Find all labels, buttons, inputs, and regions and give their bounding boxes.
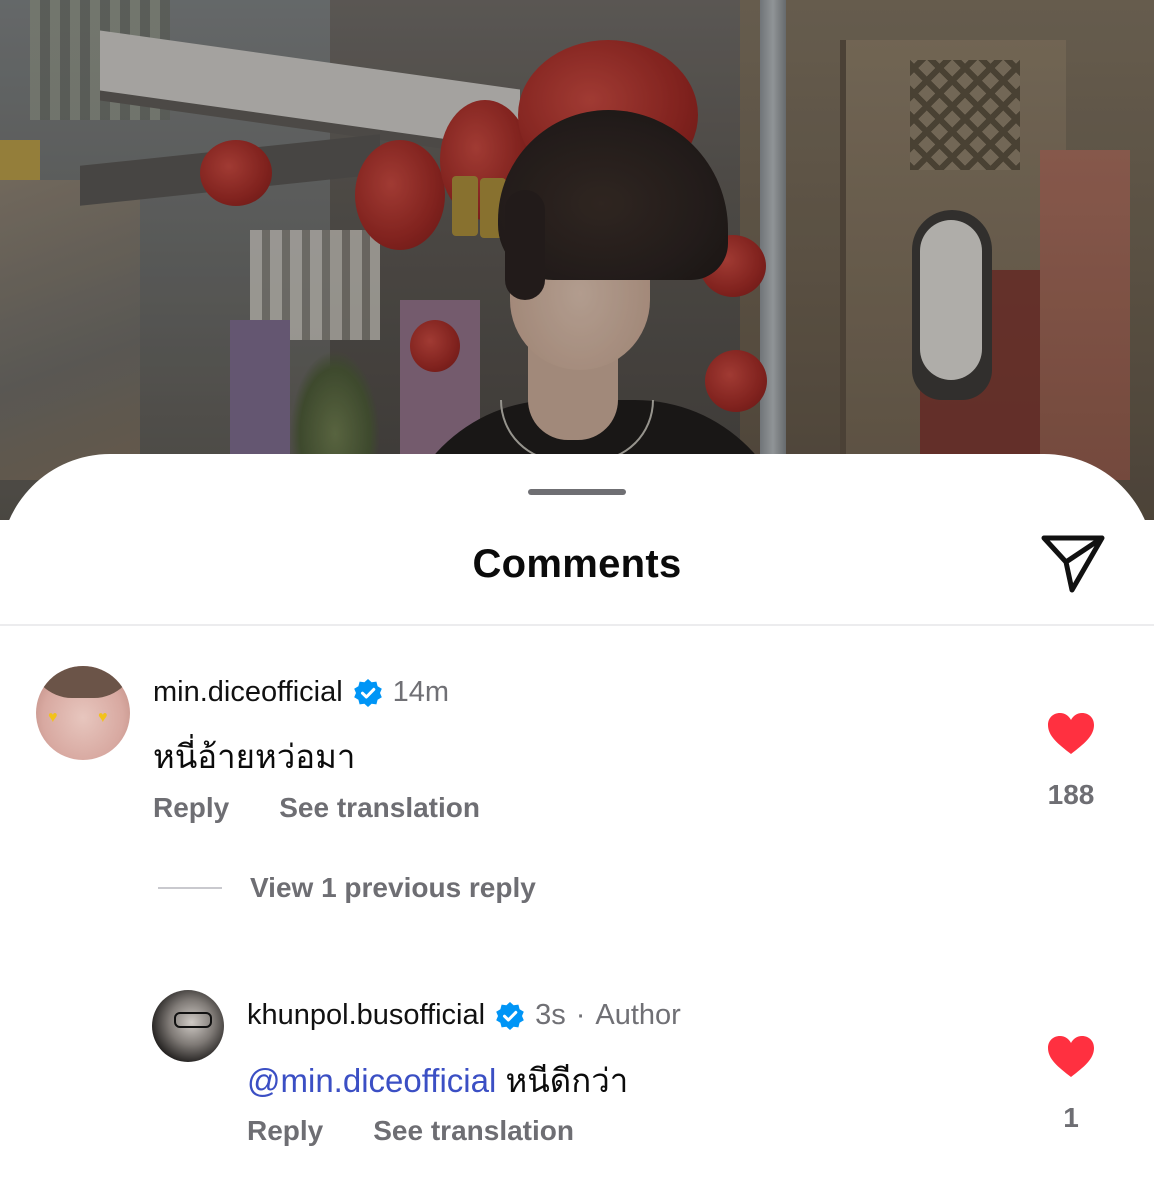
heart-icon[interactable]	[1046, 713, 1096, 760]
author-badge: Author	[595, 999, 681, 1031]
reply-text-body: หนีดีกว่า	[505, 1062, 629, 1099]
verified-badge-icon	[353, 678, 383, 708]
avatar[interactable]	[152, 990, 224, 1062]
heart-icon[interactable]	[1046, 1036, 1096, 1083]
reply-timestamp: 3s	[535, 999, 566, 1031]
reply-actions: Reply See translation	[247, 1115, 574, 1147]
comment-like: 188	[1041, 712, 1101, 811]
comment-username[interactable]: min.diceofficial	[153, 676, 343, 709]
avatar[interactable]: ♥ ♥	[36, 666, 130, 760]
reply-text: @min.diceofficial หนีดีกว่า	[247, 1054, 628, 1107]
view-replies-button[interactable]: View 1 previous reply	[158, 872, 536, 904]
like-count: 1	[1063, 1102, 1079, 1133]
mention-link[interactable]: @min.diceofficial	[247, 1062, 496, 1099]
reply-button[interactable]: Reply	[247, 1115, 323, 1147]
post-photo	[0, 0, 1154, 520]
replies-divider-line	[158, 887, 222, 889]
see-translation-button[interactable]: See translation	[373, 1115, 574, 1147]
comment-timestamp: 14m	[392, 676, 450, 708]
reply-username[interactable]: khunpol.busofficial	[247, 999, 485, 1032]
drag-handle[interactable]	[528, 489, 626, 495]
reply-button[interactable]: Reply	[153, 792, 229, 824]
sheet-title: Comments	[472, 542, 682, 586]
like-count: 188	[1047, 779, 1095, 810]
view-replies-label: View 1 previous reply	[250, 872, 536, 903]
heart-eye-icon: ♥	[98, 709, 108, 726]
heart-eye-icon: ♥	[48, 709, 58, 726]
verified-badge-icon	[495, 1001, 525, 1031]
photo-dim-overlay	[0, 0, 1154, 520]
reply-username-row: khunpol.busofficial 3s · Author	[247, 999, 681, 1032]
reply-like: 1	[1041, 1035, 1101, 1134]
separator-dot: ·	[575, 999, 586, 1031]
comment-text: หนี่อ้ายหว่อมา	[153, 738, 356, 775]
see-translation-button[interactable]: See translation	[279, 792, 480, 824]
comments-sheet: Comments ♥ ♥ min.diceofficial 14m หนี่อ้…	[0, 454, 1154, 1200]
header-divider	[0, 624, 1154, 626]
comment-actions: Reply See translation	[153, 792, 480, 824]
comment-username-row: min.diceofficial 14m	[153, 676, 449, 709]
send-icon[interactable]	[1036, 526, 1110, 600]
